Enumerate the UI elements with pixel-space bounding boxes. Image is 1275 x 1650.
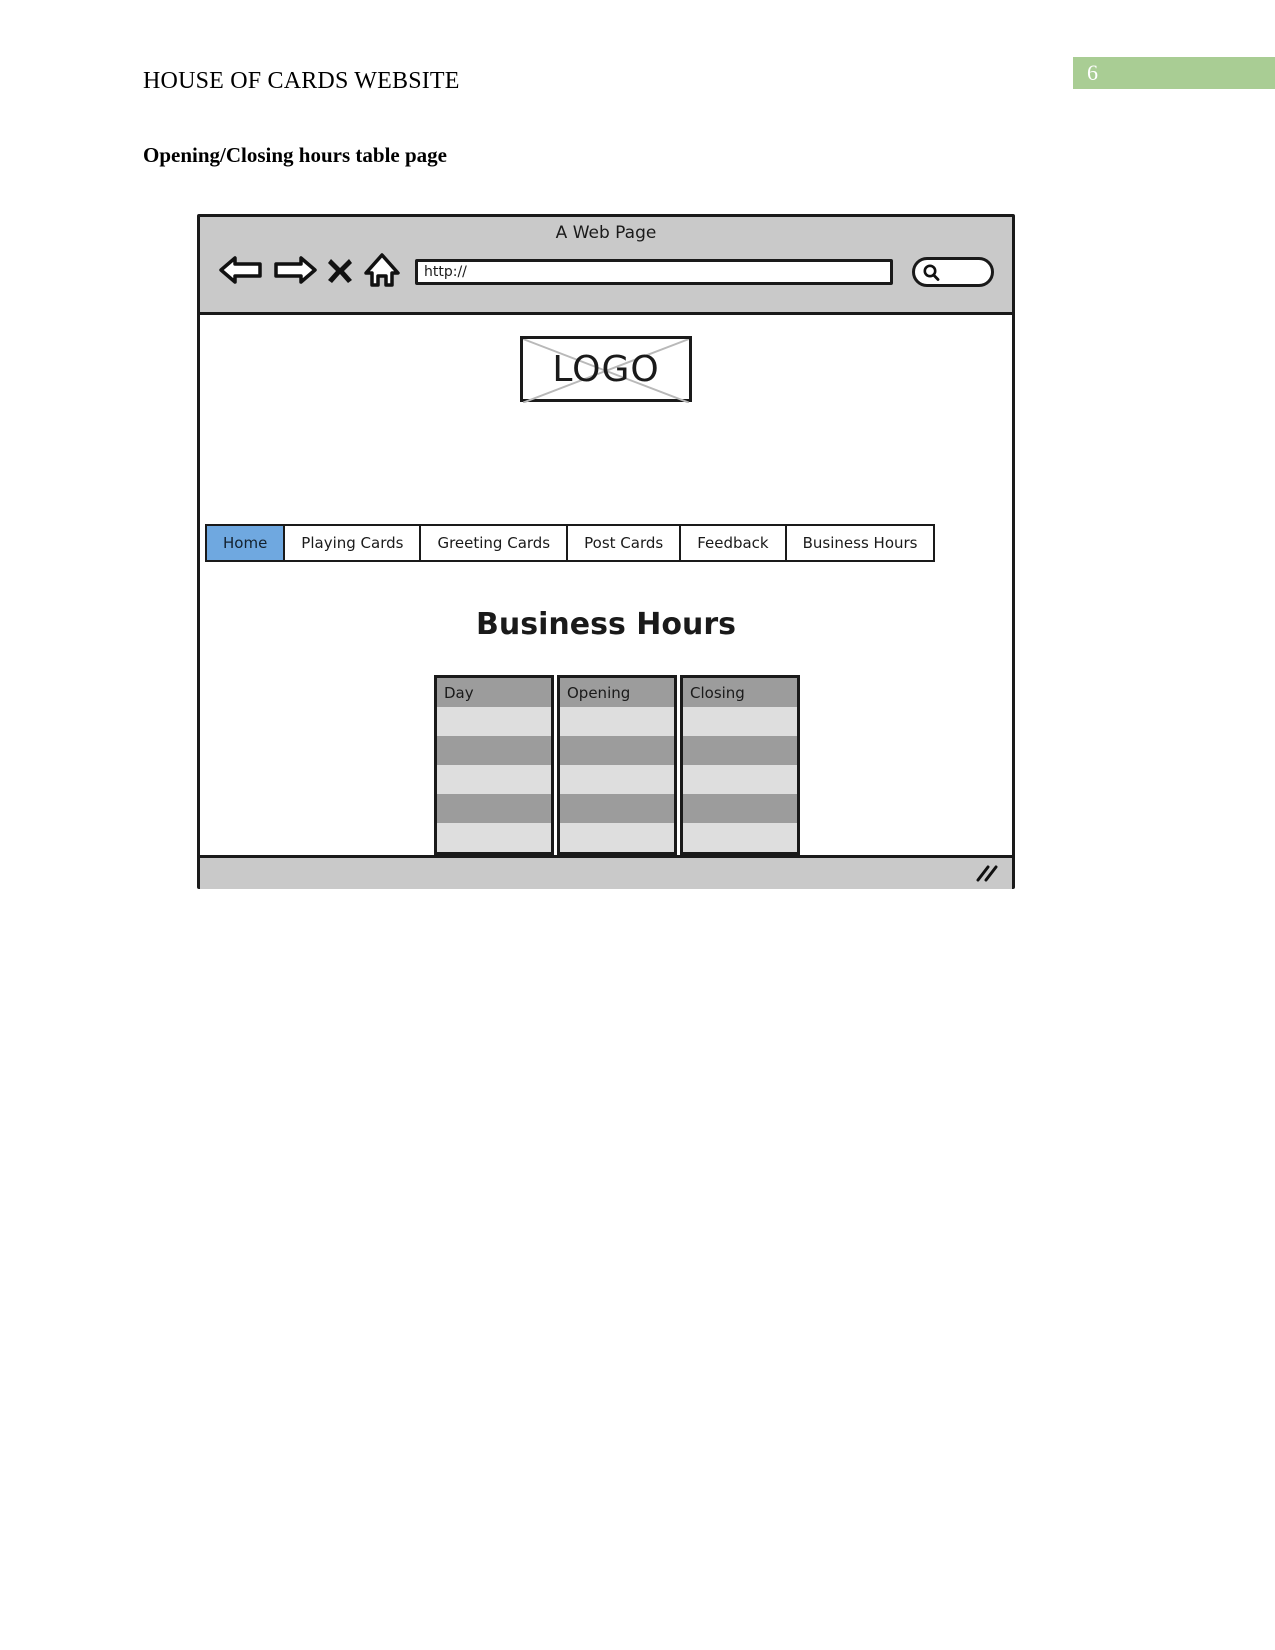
- nav-tab-home-label: Home: [223, 534, 268, 552]
- nav-tab-post-cards[interactable]: Post Cards: [567, 524, 681, 562]
- back-icon[interactable]: [218, 252, 264, 293]
- table-row: [437, 765, 551, 794]
- page-title: Business Hours: [476, 607, 736, 643]
- logo-placeholder: LOGO: [520, 336, 692, 403]
- site-navigation: Home Playing Cards Greeting Cards Post C…: [205, 524, 936, 562]
- document-header-title: HOUSE OF CARDS WEBSITE: [143, 68, 460, 94]
- table-row: [437, 707, 551, 736]
- table-row: [683, 794, 797, 823]
- table-row: [560, 736, 674, 765]
- forward-icon[interactable]: [272, 252, 318, 293]
- home-icon[interactable]: [362, 251, 402, 294]
- browser-status-bar: [200, 855, 1012, 889]
- page-number-text: 6: [1087, 60, 1098, 85]
- logo-text: LOGO: [552, 348, 660, 390]
- browser-nav-controls: [218, 251, 402, 294]
- stop-icon[interactable]: [326, 252, 354, 293]
- nav-tab-feedback-label: Feedback: [697, 534, 769, 552]
- browser-window-title: A Web Page: [555, 223, 657, 243]
- table-header-day: Day: [437, 678, 551, 707]
- nav-tab-greeting-cards[interactable]: Greeting Cards: [420, 524, 568, 562]
- table-row: [683, 707, 797, 736]
- nav-tab-playing-cards[interactable]: Playing Cards: [284, 524, 421, 562]
- table-column-day: Day: [434, 675, 554, 855]
- nav-tab-business-hours-label: Business Hours: [802, 534, 918, 552]
- table-row: [683, 736, 797, 765]
- table-column-closing: Closing: [680, 675, 800, 855]
- browser-chrome: A Web Page http://: [200, 217, 1012, 315]
- table-row: [560, 707, 674, 736]
- browser-viewport: LOGO Home Playing Cards Greeting Cards P…: [200, 315, 1012, 855]
- table-header-closing: Closing: [683, 678, 797, 707]
- table-row: [683, 765, 797, 794]
- table-column-opening: Opening: [557, 675, 677, 855]
- nav-tab-playing-cards-label: Playing Cards: [301, 534, 404, 552]
- nav-tab-home[interactable]: Home: [205, 524, 285, 562]
- nav-tab-post-cards-label: Post Cards: [584, 534, 664, 552]
- address-bar-value[interactable]: http://: [424, 264, 467, 280]
- table-row: [560, 794, 674, 823]
- nav-tab-greeting-cards-label: Greeting Cards: [437, 534, 551, 552]
- resize-grip-icon[interactable]: [974, 864, 1000, 889]
- nav-tab-business-hours[interactable]: Business Hours: [785, 524, 936, 562]
- table-row: [437, 823, 551, 852]
- table-row: [560, 823, 674, 852]
- table-header-opening: Opening: [560, 678, 674, 707]
- search-icon: [921, 263, 941, 288]
- nav-tab-feedback[interactable]: Feedback: [680, 524, 786, 562]
- search-input[interactable]: [912, 257, 994, 287]
- business-hours-table: Day Opening Closing: [434, 675, 800, 855]
- table-row: [437, 736, 551, 765]
- page-number-badge: 6: [1073, 57, 1275, 89]
- table-row: [683, 823, 797, 852]
- table-row: [560, 765, 674, 794]
- address-bar[interactable]: http://: [415, 259, 893, 285]
- table-row: [437, 794, 551, 823]
- section-title: Opening/Closing hours table page: [143, 143, 447, 167]
- browser-window-mockup: A Web Page http:// LOGO Home Playing Car…: [197, 214, 1015, 889]
